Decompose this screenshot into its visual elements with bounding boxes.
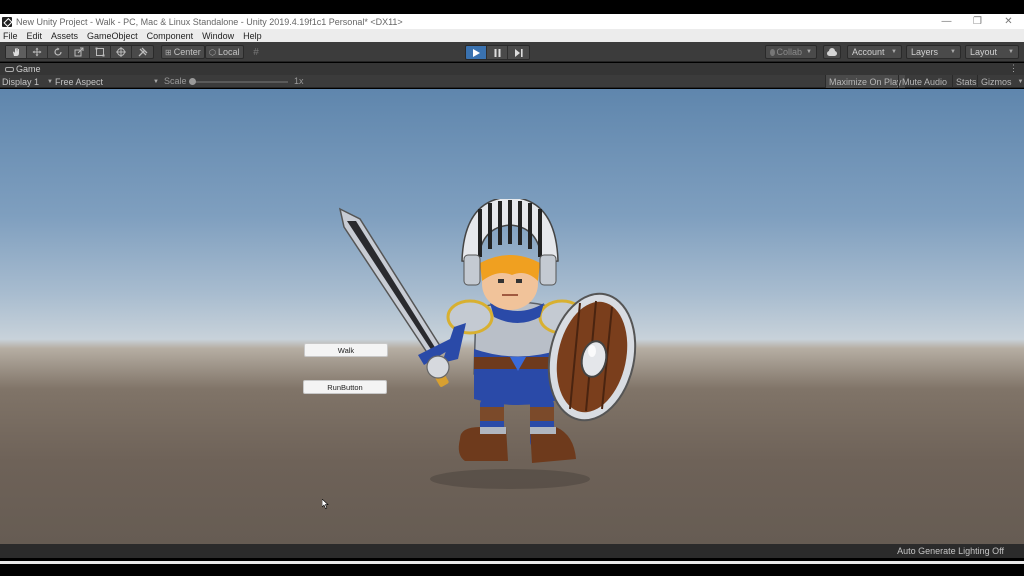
step-icon xyxy=(514,48,523,57)
chevron-down-icon: ▼ xyxy=(806,49,812,55)
menu-edit[interactable]: Edit xyxy=(27,31,43,41)
collab-icon xyxy=(770,48,775,56)
gizmos-dropdown[interactable]: Gizmos ▼ xyxy=(977,75,1024,88)
menu-bar: File Edit Assets GameObject Component Wi… xyxy=(0,29,1024,42)
window-title: New Unity Project - Walk - PC, Mac & Lin… xyxy=(16,16,403,27)
layout-label: Layout xyxy=(970,47,998,57)
scale-slider-track[interactable] xyxy=(190,81,288,83)
menu-help[interactable]: Help xyxy=(243,31,262,41)
menu-gameobject[interactable]: GameObject xyxy=(87,31,138,41)
knight-character xyxy=(338,199,637,489)
cloud-icon xyxy=(827,47,837,56)
pause-button[interactable] xyxy=(487,46,508,59)
account-dropdown[interactable]: Account ▼ xyxy=(847,45,902,59)
window-controls: — ❐ ✕ xyxy=(931,14,1024,29)
unity-logo-icon xyxy=(2,16,12,27)
gizmos-label: Gizmos xyxy=(981,76,1012,87)
pivot-rotation-toggle[interactable]: ⬡ Local xyxy=(205,45,244,59)
more-options-icon[interactable]: ⋮ xyxy=(1009,63,1018,74)
chevron-down-icon: ▼ xyxy=(950,49,956,55)
gamepad-icon xyxy=(5,66,14,72)
move-tool-button[interactable] xyxy=(27,46,48,58)
minimize-button[interactable]: — xyxy=(931,14,962,29)
account-label: Account xyxy=(852,47,885,57)
grid-snap-icon[interactable]: # xyxy=(249,45,263,59)
transform-tools xyxy=(5,45,154,59)
aspect-label: Free Aspect xyxy=(55,76,104,87)
display-dropdown[interactable]: Display 1 ▼ xyxy=(2,75,53,88)
tab-game-label: Game xyxy=(16,64,41,74)
chevron-down-icon: ▼ xyxy=(1008,49,1014,55)
local-rotation-icon: ⬡ xyxy=(209,47,216,57)
letterbox-top xyxy=(0,0,1024,14)
chevron-down-icon: ▼ xyxy=(1017,78,1024,85)
rect-icon xyxy=(95,47,105,57)
menu-assets[interactable]: Assets xyxy=(51,31,78,41)
main-toolbar: ⊞ Center ⬡ Local # Collab ▼ Account ▼ La… xyxy=(0,42,1024,62)
hand-tool-button[interactable] xyxy=(6,46,27,58)
stats-toggle[interactable]: Stats xyxy=(952,75,980,88)
move-icon xyxy=(32,47,42,57)
play-icon xyxy=(472,48,480,57)
maximize-button[interactable]: ❐ xyxy=(962,14,993,29)
pause-icon xyxy=(494,48,500,57)
layers-dropdown[interactable]: Layers ▼ xyxy=(906,45,961,59)
letterbox-bottom xyxy=(0,558,1024,576)
collab-label: Collab xyxy=(776,47,803,57)
rotate-icon xyxy=(54,47,62,56)
menu-component[interactable]: Component xyxy=(147,31,194,41)
rotate-tool-button[interactable] xyxy=(48,46,69,58)
display-label: Display 1 xyxy=(2,76,40,87)
tab-game[interactable]: Game xyxy=(0,64,41,74)
layout-dropdown[interactable]: Layout ▼ xyxy=(965,45,1019,59)
transform-tool-button[interactable] xyxy=(111,46,132,58)
step-button[interactable] xyxy=(508,46,529,59)
game-view[interactable]: Walk RunButton xyxy=(0,89,1024,544)
cloud-button[interactable] xyxy=(823,45,841,59)
menu-file[interactable]: File xyxy=(3,31,18,41)
scale-slider-thumb[interactable] xyxy=(189,78,196,85)
close-button[interactable]: ✕ xyxy=(993,14,1024,29)
chevron-down-icon: ▼ xyxy=(47,78,53,85)
chevron-down-icon: ▼ xyxy=(153,78,159,85)
status-bar: Auto Generate Lighting Off xyxy=(0,544,1024,558)
rect-tool-button[interactable] xyxy=(90,46,111,58)
rotation-label: Local xyxy=(217,47,240,57)
mouse-cursor-icon xyxy=(322,499,329,509)
game-tab-bar: Game ⋮ xyxy=(0,63,1024,75)
layers-label: Layers xyxy=(911,47,939,57)
scale-label: Scale xyxy=(164,76,187,86)
play-button[interactable] xyxy=(466,46,487,59)
collab-dropdown[interactable]: Collab ▼ xyxy=(765,45,817,59)
game-view-toolbar: Display 1 ▼ Free Aspect ▼ Scale 1x Maxim… xyxy=(0,75,1024,88)
maximize-on-play-toggle[interactable]: Maximize On Play xyxy=(825,75,905,88)
chevron-down-icon: ▼ xyxy=(891,49,897,55)
status-text: Auto Generate Lighting Off xyxy=(897,546,1004,556)
aspect-dropdown[interactable]: Free Aspect ▼ xyxy=(55,75,159,88)
transform-icon xyxy=(116,47,126,57)
hand-icon xyxy=(13,48,19,56)
pivot-center-toggle[interactable]: ⊞ Center xyxy=(161,45,205,59)
menu-window[interactable]: Window xyxy=(202,31,234,41)
scale-value: 1x xyxy=(294,76,304,86)
custom-tool-icon xyxy=(138,47,147,57)
play-controls xyxy=(465,45,530,60)
mute-audio-toggle[interactable]: Mute Audio xyxy=(898,75,950,88)
scale-tool-button[interactable] xyxy=(69,46,90,58)
scale-icon xyxy=(74,47,84,57)
custom-tool-button[interactable] xyxy=(132,46,153,58)
title-bar: New Unity Project - Walk - PC, Mac & Lin… xyxy=(0,14,1024,29)
pivot-label: Center xyxy=(173,47,201,57)
pivot-icon: ⊞ xyxy=(165,47,172,57)
